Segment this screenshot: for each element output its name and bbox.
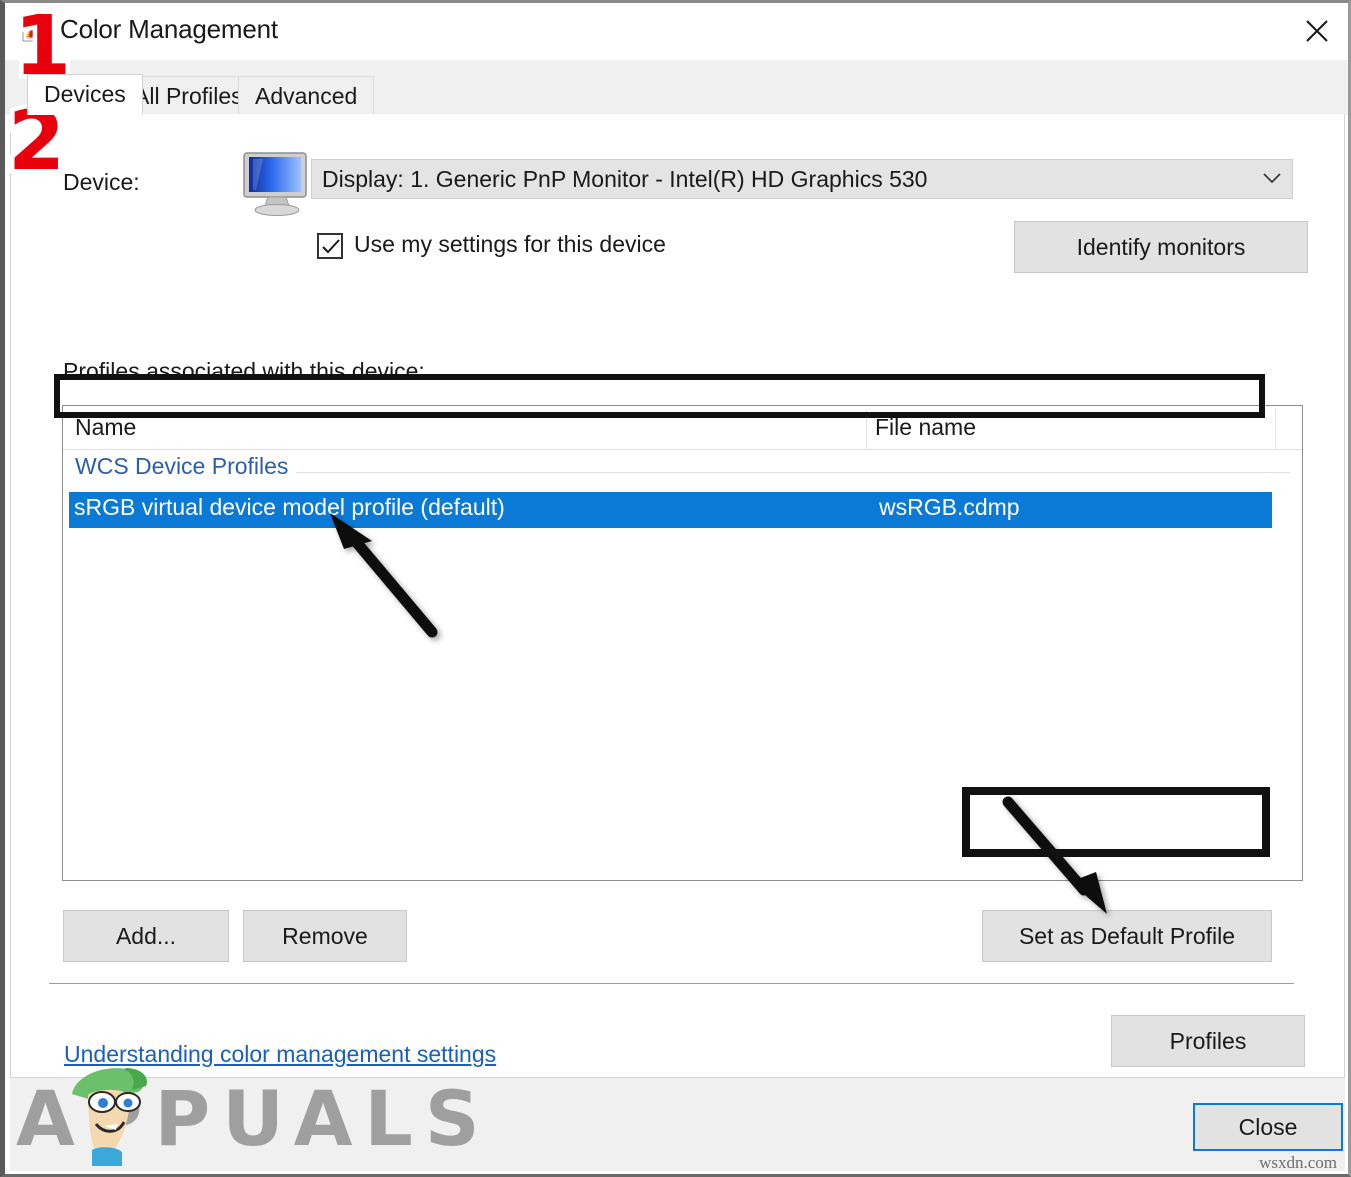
close-button-label: Close	[1238, 1113, 1298, 1140]
profile-file-name-cell: wsRGB.cdmp	[879, 494, 1020, 520]
remove-button-label: Remove	[282, 922, 368, 949]
column-divider[interactable]	[1275, 409, 1276, 449]
device-combo-value: Display: 1. Generic PnP Monitor - Intel(…	[322, 166, 928, 192]
profiles-button-label: Profiles	[1169, 1027, 1247, 1054]
set-as-default-profile-label: Set as Default Profile	[1018, 922, 1236, 949]
tab-advanced-label: Advanced	[255, 82, 358, 109]
tab-advanced[interactable]: Advanced	[238, 76, 375, 115]
close-button[interactable]: Close	[1193, 1103, 1343, 1151]
dialog-footer: Close	[10, 1078, 1345, 1171]
group-label: WCS Device Profiles	[75, 453, 297, 480]
chevron-down-icon	[1262, 172, 1282, 190]
identify-monitors-label: Identify monitors	[1076, 233, 1246, 260]
use-my-settings-checkbox[interactable]	[317, 233, 343, 259]
column-header-name[interactable]: Name	[75, 414, 136, 441]
close-icon[interactable]	[1286, 3, 1348, 57]
remove-button[interactable]: Remove	[243, 910, 407, 962]
profiles-list-group: WCS Device Profiles	[63, 451, 1302, 489]
use-my-settings-label: Use my settings for this device	[354, 231, 666, 257]
table-row[interactable]: sRGB virtual device model profile (defau…	[69, 492, 1272, 528]
title-bar: Color Management	[5, 3, 1348, 61]
tab-devices[interactable]: Devices	[27, 74, 143, 115]
tab-all-profiles-label: All Profiles	[134, 82, 243, 109]
profiles-list-header: Name File name	[63, 406, 1302, 450]
column-divider[interactable]	[866, 409, 867, 449]
profiles-button[interactable]: Profiles	[1111, 1015, 1305, 1067]
profile-name-cell: sRGB virtual device model profile (defau…	[74, 494, 505, 520]
understanding-color-management-link[interactable]: Understanding color management settings	[64, 1041, 496, 1068]
tab-devices-label: Devices	[44, 81, 126, 107]
set-as-default-profile-button[interactable]: Set as Default Profile	[982, 910, 1272, 962]
device-label: Device:	[63, 169, 140, 195]
color-management-window: Color Management Devices All Profiles Ad…	[0, 0, 1351, 1177]
identify-monitors-button[interactable]: Identify monitors	[1014, 221, 1308, 273]
profiles-list[interactable]: Name File name WCS Device Profiles sRGB …	[62, 405, 1303, 881]
profiles-section-label: Profiles associated with this device:	[63, 358, 425, 384]
window-title: Color Management	[60, 14, 278, 44]
device-combo-box[interactable]: Display: 1. Generic PnP Monitor - Intel(…	[311, 159, 1293, 199]
add-button-label: Add...	[115, 922, 177, 949]
section-divider	[49, 983, 1294, 984]
column-header-file-name[interactable]: File name	[875, 414, 976, 441]
monitor-icon	[241, 151, 313, 217]
tab-strip: Devices All Profiles Advanced	[5, 60, 1348, 115]
devices-tab-page: Device: Display: 1. Generic PnP Monitor …	[10, 114, 1345, 1078]
color-management-icon	[22, 16, 52, 46]
add-button[interactable]: Add...	[63, 910, 229, 962]
